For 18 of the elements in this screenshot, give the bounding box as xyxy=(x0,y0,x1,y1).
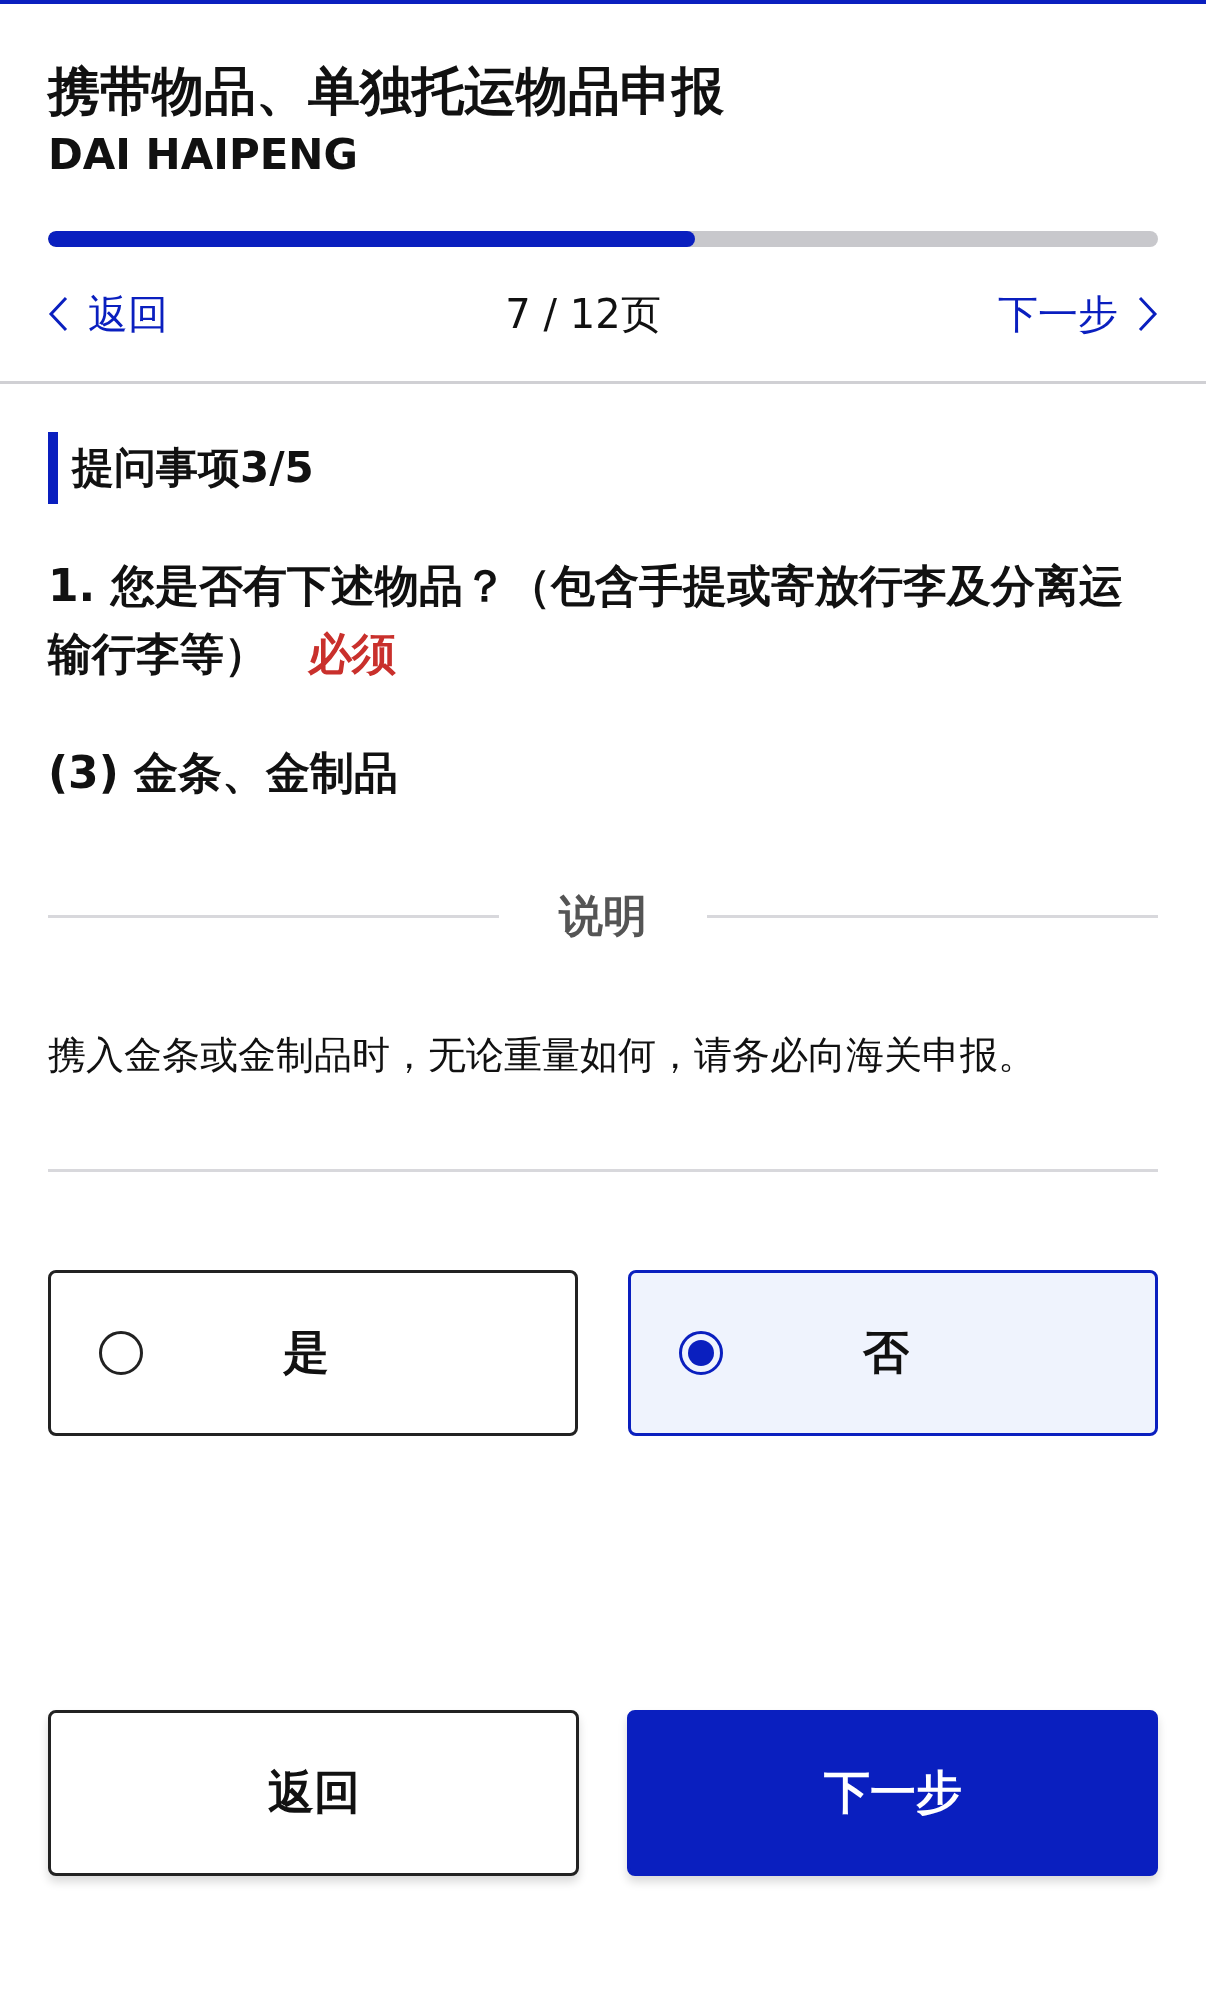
back-link[interactable]: 返回 xyxy=(48,286,168,342)
question-text: 1. 您是否有下述物品？（包含手提或寄放行李及分离运输行李等） 必须 xyxy=(48,559,1124,682)
chevron-left-icon xyxy=(48,296,68,333)
note-heading: 说明 xyxy=(559,889,647,944)
next-link[interactable]: 下一步 xyxy=(998,286,1158,342)
section-heading: 提问事项3/5 xyxy=(48,432,1158,505)
chevron-right-icon xyxy=(1138,296,1158,333)
radio-option[interactable]: 是 xyxy=(48,1270,578,1437)
page-title: 携带物品、单独托运物品申报 xyxy=(48,60,725,123)
note-text: 携入金条或金制品时，无论重量如何，请务必向海关申报。 xyxy=(48,1030,1158,1173)
page-counter: 7 / 12页 xyxy=(505,289,661,339)
radio-icon xyxy=(679,1331,723,1376)
next-button[interactable]: 下一步 xyxy=(627,1710,1158,1877)
radio-option[interactable]: 否 xyxy=(628,1270,1158,1437)
back-button[interactable]: 返回 xyxy=(48,1710,579,1877)
radio-icon xyxy=(99,1331,143,1376)
passenger-name: DAI HAIPENG xyxy=(48,130,359,180)
item-label: (3) 金条、金制品 xyxy=(48,746,400,801)
